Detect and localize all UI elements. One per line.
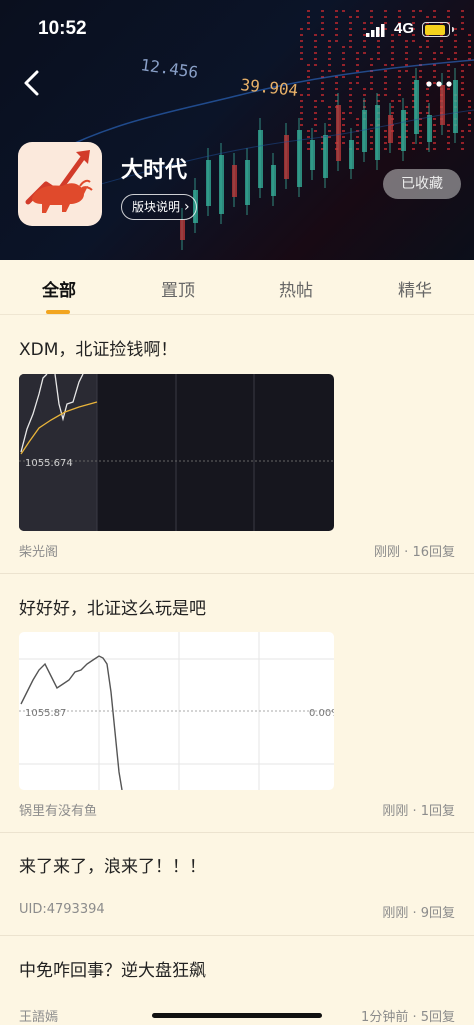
board-logo — [18, 142, 102, 226]
board-info-label: 版块说明 — [132, 200, 181, 214]
post-author[interactable]: 柴光阁 — [19, 541, 58, 560]
post-title[interactable]: 来了来了，浪来了！！！ — [19, 852, 206, 877]
favorited-button[interactable]: 已收藏 — [383, 169, 461, 199]
post-meta: 刚刚 · 16回复 — [374, 545, 455, 560]
post-item[interactable]: 中免咋回事？逆大盘狂飙 王語嫣 1分钟前 · 5回复 — [0, 936, 474, 1025]
home-indicator — [152, 1013, 322, 1018]
active-tab-indicator — [46, 310, 70, 314]
board-info-button[interactable]: 版块说明 › — [121, 194, 197, 220]
tab-featured[interactable]: 精华 — [375, 276, 455, 301]
post-title[interactable]: 中免咋回事？逆大盘狂飙 — [19, 956, 206, 981]
battery-icon — [422, 22, 454, 37]
post-item[interactable]: XDM，北证捡钱啊！ 1055.674 柴光阁 刚刚 · 16回复 — [0, 315, 474, 574]
chevron-right-icon: › — [184, 199, 190, 215]
chart-percent-label: 0.00% — [309, 708, 334, 719]
more-dots-icon[interactable] — [424, 72, 454, 96]
post-author[interactable]: 锅里有没有鱼 — [19, 800, 97, 819]
post-meta: 刚刚 · 9回复 — [382, 906, 455, 921]
post-meta: 刚刚 · 1回复 — [382, 804, 455, 819]
post-item[interactable]: 好好好，北证这么玩是吧 1055.87 0.00% 锅里有没有鱼 刚刚 · 1回… — [0, 574, 474, 833]
tab-hot[interactable]: 热帖 — [256, 276, 336, 301]
post-author[interactable]: UID:4793394 — [19, 902, 105, 917]
tab-bar: 全部 置顶 热帖 精华 — [0, 262, 474, 315]
post-title[interactable]: 好好好，北证这么玩是吧 — [19, 594, 206, 619]
status-time: 10:52 — [38, 18, 87, 39]
signal-icon — [366, 24, 385, 37]
bull-logo-icon — [25, 150, 93, 213]
post-author[interactable]: 王語嫣 — [19, 1006, 58, 1025]
post-meta: 1分钟前 · 5回复 — [361, 1010, 455, 1025]
network-type: 4G — [394, 20, 415, 37]
tab-all[interactable]: 全部 — [19, 276, 99, 301]
post-item[interactable]: 来了来了，浪来了！！！ UID:4793394 刚刚 · 9回复 — [0, 833, 474, 936]
chart-price-label: 1055.674 — [25, 458, 73, 469]
board-header: 12.456 39.904 10:52 4G 大时代 版块说明 › 已收藏 — [0, 0, 474, 260]
status-bar: 10:52 4G — [0, 0, 474, 60]
post-image[interactable]: 1055.87 0.00% — [19, 632, 334, 790]
back-arrow-icon[interactable] — [18, 68, 48, 98]
post-title[interactable]: XDM，北证捡钱啊！ — [19, 335, 177, 360]
tab-pinned[interactable]: 置顶 — [138, 276, 218, 301]
ticker-text-2: 39.904 — [240, 75, 299, 100]
board-title: 大时代 — [121, 158, 188, 183]
chart-price-label: 1055.87 — [25, 708, 66, 719]
post-image[interactable]: 1055.674 — [19, 374, 334, 531]
